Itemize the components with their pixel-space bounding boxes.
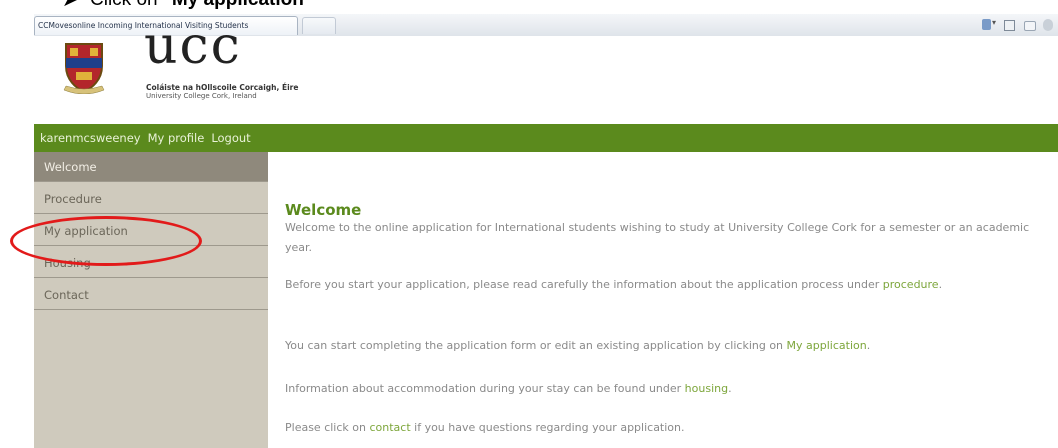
home-icon[interactable]	[980, 18, 996, 32]
sidebar: Welcome Procedure My application Housing…	[34, 152, 268, 448]
instruction-text: ➤ Click on "My application"	[0, 0, 1058, 14]
procedure-paragraph: Before you start your application, pleas…	[285, 278, 943, 291]
my-application-link[interactable]: My application	[787, 339, 867, 352]
main-content: Welcome Welcome to the online applicatio…	[268, 152, 1058, 448]
housing-paragraph: Information about accommodation during y…	[285, 382, 732, 395]
arrow-bullet-icon: ➤	[62, 0, 78, 11]
browser-toolbar	[980, 18, 1054, 32]
housing-link[interactable]: housing	[685, 382, 728, 395]
irish-name: Coláiste na hOllscoile Corcaigh, Éire	[146, 83, 299, 92]
page-icon[interactable]	[1040, 18, 1054, 32]
english-name: University College Cork, Ireland	[146, 92, 257, 100]
my-profile-link[interactable]: My profile	[148, 131, 205, 145]
intro-paragraph: Welcome to the online application for In…	[285, 221, 1030, 254]
red-highlight-ellipse	[10, 216, 202, 266]
new-tab-button[interactable]	[302, 17, 336, 34]
username-link[interactable]: karenmcsweeney	[40, 131, 141, 145]
top-nav-bar: karenmcsweeney My profile Logout	[34, 124, 1058, 152]
logout-link[interactable]: Logout	[211, 131, 250, 145]
ucc-logo-text: ucc	[144, 16, 242, 76]
ucc-crest-logo	[63, 43, 105, 94]
site-header: ucc Coláiste na hOllscoile Corcaigh, Éir…	[34, 18, 1058, 124]
feeds-icon[interactable]	[1000, 18, 1015, 32]
sidebar-item-welcome[interactable]: Welcome	[34, 152, 268, 182]
contact-link[interactable]: contact	[369, 421, 410, 434]
print-icon[interactable]	[1020, 18, 1036, 32]
contact-paragraph: Please click on contact if you have ques…	[285, 421, 685, 434]
instruction-target: "My application"	[163, 0, 313, 10]
page-title: Welcome	[285, 201, 362, 219]
procedure-link[interactable]: procedure	[883, 278, 939, 291]
sidebar-item-procedure[interactable]: Procedure	[34, 184, 268, 214]
sidebar-item-contact[interactable]: Contact	[34, 280, 268, 310]
instruction-prefix: Click on	[90, 0, 163, 10]
application-paragraph: You can start completing the application…	[285, 339, 871, 352]
